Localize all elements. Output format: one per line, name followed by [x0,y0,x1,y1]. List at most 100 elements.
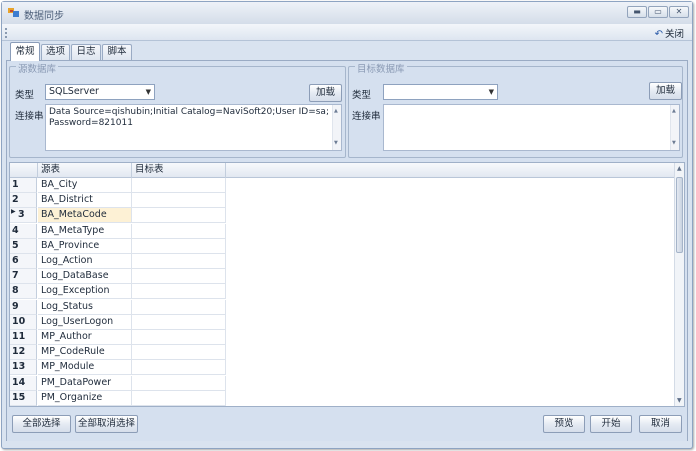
row-number[interactable]: 11 [10,330,37,345]
row-number[interactable]: 2 [10,193,37,209]
table-row[interactable]: 4 BA_MetaType [10,223,230,239]
target-table-cell[interactable] [132,254,226,269]
source-table-cell[interactable]: Log_UserLogon [38,314,132,330]
table-row[interactable]: 1 BA_City [10,178,230,193]
target-type-select[interactable]: ▼ [383,84,498,100]
source-table-cell[interactable]: Log_Exception [38,284,132,300]
start-button[interactable]: 开始 [590,415,632,433]
source-table-cell[interactable]: Log_DataBase [38,269,132,285]
source-table-cell[interactable]: BA_Province [38,238,132,254]
table-row[interactable]: 8 Log_Exception [10,284,230,300]
row-number[interactable]: 9 [10,299,37,315]
source-db-group: 源数据库 类型 SQLServer ▼ 加载 连接串 Data Source=q… [9,61,346,158]
table-row[interactable]: 7 Log_DataBase [10,269,230,285]
footer-bar: 全部选择 全部取消选择 预览 开始 取消 [7,409,687,441]
scroll-down-icon[interactable]: ▼ [677,397,682,404]
scroll-thumb[interactable] [676,177,683,253]
target-table-cell[interactable] [132,284,226,300]
target-table-cell[interactable] [132,360,226,376]
table-row[interactable]: 11 MP_Author [10,330,230,345]
source-group-title: 源数据库 [16,61,59,75]
row-number[interactable]: 5 [10,238,37,254]
row-number[interactable]: 14 [10,375,37,391]
source-type-select[interactable]: SQLServer ▼ [45,84,155,100]
source-table-cell[interactable]: BA_MetaType [38,223,132,239]
target-table-cell[interactable] [132,193,226,209]
row-number[interactable]: 13 [10,360,37,376]
source-load-button[interactable]: 加载 [309,84,342,102]
table-row[interactable]: 9 Log_Status [10,299,230,315]
preview-button[interactable]: 预览 [543,415,585,433]
target-table-cell[interactable] [132,390,226,406]
table-row[interactable]: 12 MP_CodeRule [10,345,230,361]
window-title: 数据同步 [24,11,64,22]
tab-options[interactable]: 选项 [41,44,70,60]
target-table-cell[interactable] [132,223,226,239]
target-load-button[interactable]: 加载 [649,82,682,100]
row-number[interactable]: 8 [10,284,37,300]
close-window-button[interactable]: ✕ [669,6,689,18]
table-row[interactable]: 14 PM_DataPower [10,375,230,391]
source-table-cell[interactable]: Log_Status [38,299,132,315]
row-number[interactable]: 1 [10,178,37,193]
row-number[interactable]: 6 [10,254,37,269]
source-conn-scrollbar[interactable]: ▲ ▼ [332,105,341,150]
target-table-cell[interactable] [132,375,226,391]
target-table-cell[interactable] [132,345,226,361]
target-table-cell[interactable] [132,269,226,285]
row-number[interactable]: 4 [10,223,37,239]
toolbar: ↶ 关闭 [2,24,692,41]
scroll-down-icon: ▼ [334,140,338,146]
source-table-cell[interactable]: BA_District [38,193,132,209]
table-row[interactable]: 10 Log_UserLogon [10,314,230,330]
row-number[interactable]: 15 [10,390,37,406]
grid-scrollbar[interactable]: ▲ ▼ [674,163,684,406]
tab-log[interactable]: 日志 [71,44,101,60]
close-tool-button[interactable]: ↶ 关闭 [655,26,684,40]
source-type-value: SQLServer [49,86,99,97]
table-mapping-grid[interactable]: 源表 目标表 1 BA_City 2 BA_District 3 BA_MetaCode ▶… [9,162,685,407]
target-conn-string-input[interactable]: ▲ ▼ [383,104,680,151]
row-number[interactable]: 12 [10,345,37,361]
toolbar-grip[interactable] [5,28,7,38]
scroll-down-icon: ▼ [672,140,676,146]
source-table-cell[interactable]: MP_CodeRule [38,345,132,361]
target-table-cell[interactable] [132,208,226,224]
row-number[interactable]: 7 [10,269,37,285]
cancel-button[interactable]: 取消 [639,415,682,433]
source-table-cell[interactable]: PM_DataPower [38,375,132,391]
target-table-cell[interactable] [132,314,226,330]
source-table-cell[interactable]: MP_Module [38,360,132,376]
tab-script[interactable]: 脚本 [102,44,132,60]
source-table-cell[interactable]: Log_Action [38,254,132,269]
table-row[interactable]: 2 BA_District [10,193,230,209]
source-conn-string-input[interactable]: Data Source=qishubin;Initial Catalog=Nav… [45,104,342,151]
target-table-cell[interactable] [132,299,226,315]
table-row[interactable]: 5 BA_Province [10,238,230,254]
target-table-cell[interactable] [132,330,226,345]
select-all-button[interactable]: 全部选择 [12,415,71,433]
minimize-button[interactable]: ▬ [627,6,647,18]
source-table-cell[interactable]: PM_Organize [38,390,132,406]
target-conn-scrollbar[interactable]: ▲ ▼ [670,105,679,150]
table-row[interactable]: 15 PM_Organize [10,390,230,406]
general-tab-panel: 源数据库 类型 SQLServer ▼ 加载 连接串 Data Source=q… [6,60,688,441]
target-table-cell[interactable] [132,238,226,254]
source-table-cell[interactable]: BA_MetaCode [38,208,132,224]
tab-general[interactable]: 常规 [10,42,40,61]
table-row[interactable]: 13 MP_Module [10,360,230,376]
maximize-button[interactable]: ▭ [648,6,668,18]
table-row[interactable]: 3 BA_MetaCode ▶ [10,208,230,224]
row-number[interactable]: 10 [10,314,37,330]
source-conn-label: 连接串 [15,111,44,122]
source-table-cell[interactable]: BA_City [38,178,132,193]
table-row[interactable]: 6 Log_Action [10,254,230,269]
scroll-up-icon[interactable]: ▲ [677,165,682,172]
target-table-cell[interactable] [132,178,226,193]
scroll-up-icon: ▲ [334,108,338,114]
deselect-all-button[interactable]: 全部取消选择 [75,415,138,433]
data-sync-window: 数据同步 ▬ ▭ ✕ ↶ 关闭 常规 选项 日志 脚本 源数据库 类型 SQLSe… [1,1,693,449]
column-header-target[interactable]: 目标表 [132,163,226,178]
column-header-source[interactable]: 源表 [38,163,132,178]
source-table-cell[interactable]: MP_Author [38,330,132,345]
